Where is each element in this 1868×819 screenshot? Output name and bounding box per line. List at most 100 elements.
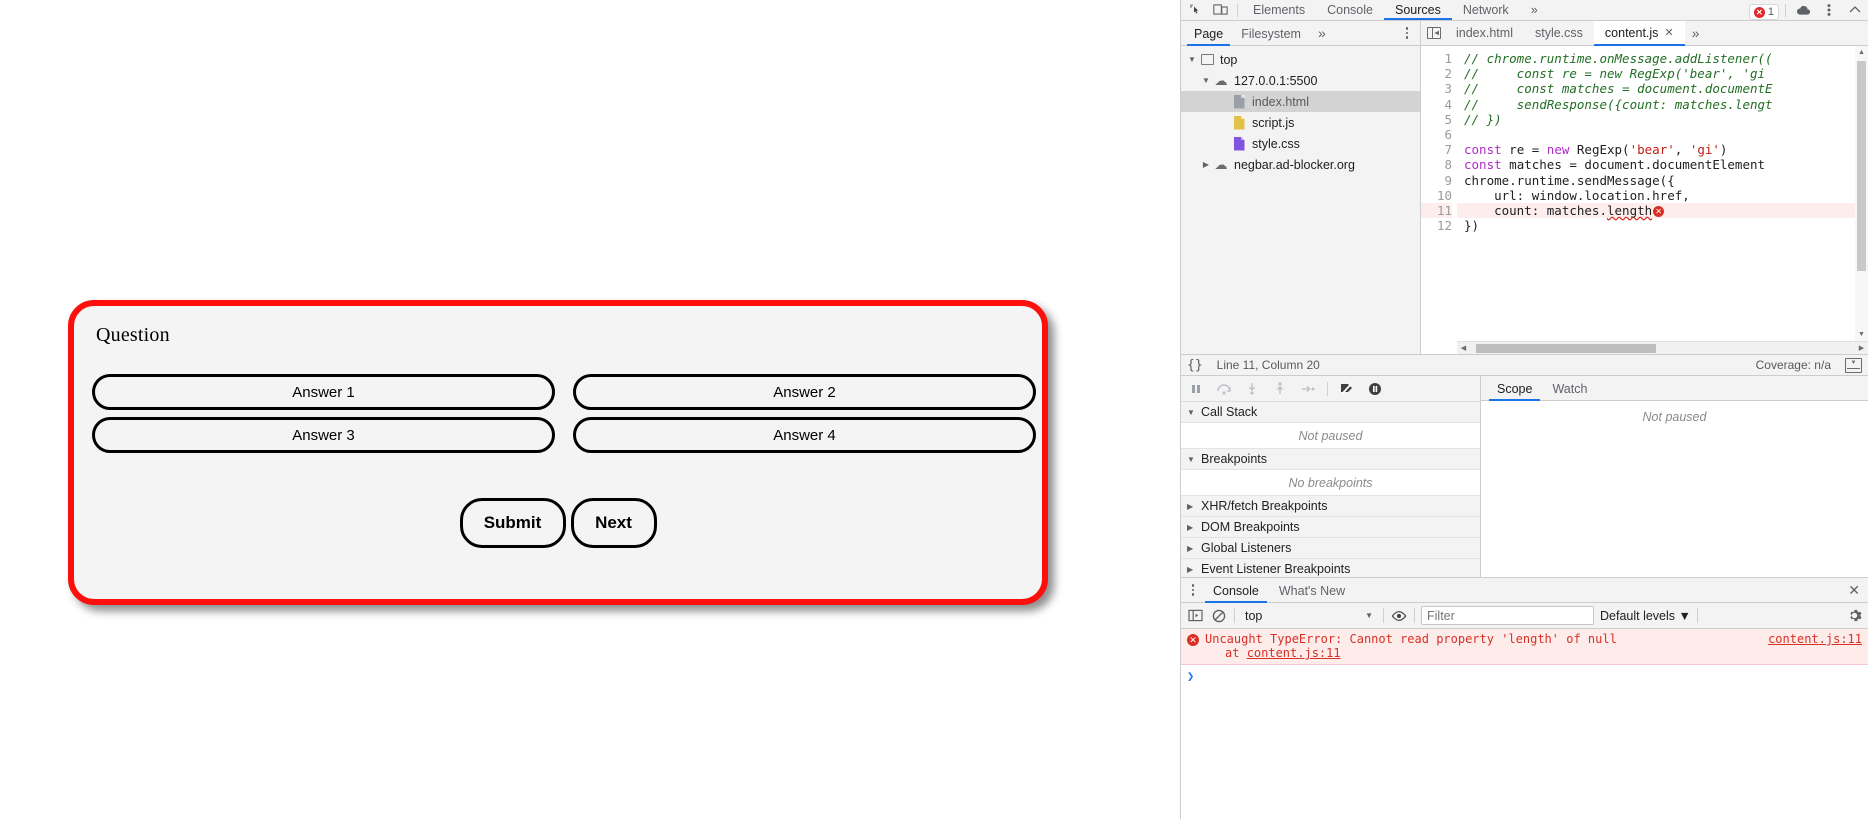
step-into-icon[interactable] <box>1243 380 1261 398</box>
code-editor[interactable]: 1 2 3 4 5 6 7 8 9 10 11 12 // chrome.runtime.onMess… <box>1421 46 1868 354</box>
section-breakpoints[interactable]: ▼ Breakpoints <box>1181 449 1480 470</box>
tree-item-origin[interactable]: ▼ ☁ 127.0.0.1:5500 <box>1181 70 1420 91</box>
vscroll-track[interactable] <box>1855 59 1868 328</box>
tree-item-index-html[interactable]: index.html <box>1181 91 1420 112</box>
answer-button-2[interactable]: Answer 2 <box>573 374 1036 410</box>
drawer-tab-whats-new[interactable]: What's New <box>1269 577 1355 603</box>
code-line[interactable]: url: window.location.href, <box>1464 188 1868 203</box>
step-icon[interactable] <box>1299 380 1317 398</box>
deactivate-breakpoints-icon[interactable] <box>1338 380 1356 398</box>
tab-watch[interactable]: Watch <box>1542 376 1597 401</box>
section-xhr-breakpoints[interactable]: ▶ XHR/fetch Breakpoints <box>1181 496 1480 517</box>
line-number[interactable]: 10 <box>1421 188 1452 203</box>
section-dom-breakpoints[interactable]: ▶ DOM Breakpoints <box>1181 517 1480 538</box>
vscroll-thumb[interactable] <box>1857 61 1866 271</box>
navigator-menu-icon[interactable] <box>1400 25 1414 41</box>
nav-tab-page[interactable]: Page <box>1185 21 1232 46</box>
code-line[interactable]: // chrome.runtime.onMessage.addListener(… <box>1464 51 1868 66</box>
editor-tab-index-html[interactable]: index.html <box>1445 21 1524 46</box>
code-content[interactable]: // chrome.runtime.onMessage.addListener(… <box>1457 46 1868 233</box>
drawer-tab-console[interactable]: Console <box>1203 577 1269 603</box>
scroll-down-icon[interactable]: ▼ <box>1858 328 1865 341</box>
tree-item-negbar-origin[interactable]: ▶ ☁ negbar.ad-blocker.org <box>1181 154 1420 175</box>
error-count-badge[interactable]: ✕ 1 <box>1748 4 1779 20</box>
console-error-message[interactable]: ✕ Uncaught TypeError: Cannot read proper… <box>1181 629 1868 665</box>
devtools-menu-icon[interactable] <box>1816 0 1842 20</box>
code-line[interactable]: const re = new RegExp('bear', 'gi') <box>1464 142 1868 157</box>
section-global-listeners[interactable]: ▶ Global Listeners <box>1181 538 1480 559</box>
code-line[interactable]: const matches = document.documentElement <box>1464 157 1868 172</box>
line-number[interactable]: 2 <box>1421 66 1452 81</box>
inspect-element-icon[interactable] <box>1181 0 1207 20</box>
line-number[interactable]: 9 <box>1421 173 1452 188</box>
pretty-print-icon[interactable]: {} <box>1187 358 1203 373</box>
code-line[interactable]: count: matches.length ✕ <box>1457 202 1868 219</box>
tab-network[interactable]: Network <box>1452 0 1520 20</box>
cloud-settings-icon[interactable] <box>1790 0 1816 20</box>
code-line[interactable]: chrome.runtime.sendMessage({ <box>1464 173 1868 188</box>
tree-item-top[interactable]: ▼ top <box>1181 49 1420 70</box>
editor-tab-overflow-chevron[interactable]: » <box>1685 25 1707 41</box>
line-number[interactable]: 1 <box>1421 51 1452 66</box>
scroll-right-icon[interactable]: ▶ <box>1855 344 1868 352</box>
submit-button[interactable]: Submit <box>459 498 566 548</box>
line-number[interactable]: 7 <box>1421 142 1452 157</box>
code-line[interactable]: // }) <box>1464 112 1868 127</box>
editor-tab-style-css[interactable]: style.css <box>1524 21 1594 46</box>
step-over-icon[interactable] <box>1215 380 1233 398</box>
line-number[interactable]: 6 <box>1421 127 1452 142</box>
twisty-icon[interactable]: ▶ <box>1187 523 1195 532</box>
code-vertical-scrollbar[interactable]: ▲ ▼ <box>1855 46 1868 341</box>
hscroll-track[interactable] <box>1470 342 1855 355</box>
code-line[interactable]: // const re = new RegExp('bear', 'gi <box>1464 66 1868 81</box>
pause-on-exceptions-icon[interactable] <box>1366 380 1384 398</box>
clear-console-icon[interactable] <box>1210 607 1228 625</box>
step-out-icon[interactable] <box>1271 380 1289 398</box>
code-line[interactable] <box>1464 127 1868 142</box>
device-toolbar-icon[interactable] <box>1207 0 1233 20</box>
scroll-up-icon[interactable]: ▲ <box>1858 46 1865 59</box>
tab-scope[interactable]: Scope <box>1487 376 1542 401</box>
console-levels-select[interactable]: Default levels ▼ <box>1600 609 1691 623</box>
line-number[interactable]: 4 <box>1421 97 1452 112</box>
twisty-icon[interactable]: ▼ <box>1187 408 1195 417</box>
section-call-stack[interactable]: ▼ Call Stack <box>1181 402 1480 423</box>
twisty-icon[interactable]: ▼ <box>1187 455 1195 464</box>
twisty-icon[interactable]: ▶ <box>1199 160 1213 169</box>
twisty-icon[interactable]: ▼ <box>1199 76 1213 85</box>
code-horizontal-scrollbar[interactable]: ◀ ▶ <box>1457 341 1868 354</box>
pause-icon[interactable] <box>1187 380 1205 398</box>
answer-button-1[interactable]: Answer 1 <box>92 374 555 410</box>
nav-overflow-chevron[interactable]: » <box>1310 25 1334 41</box>
line-number[interactable]: 12 <box>1421 218 1452 233</box>
code-line[interactable]: // const matches = document.documentE <box>1464 81 1868 96</box>
editor-tab-content-js[interactable]: content.js ✕ <box>1593 20 1685 47</box>
error-source-link[interactable]: content.js:11 <box>1768 632 1862 646</box>
close-icon[interactable]: ✕ <box>1664 20 1673 47</box>
code-line[interactable]: }) <box>1464 218 1868 233</box>
tab-console[interactable]: Console <box>1316 0 1384 20</box>
show-navigator-icon[interactable] <box>1423 21 1445 46</box>
answer-button-4[interactable]: Answer 4 <box>573 417 1036 453</box>
next-button[interactable]: Next <box>570 498 657 548</box>
toggle-drawer-icon[interactable] <box>1845 357 1862 373</box>
twisty-icon[interactable]: ▶ <box>1187 565 1195 574</box>
scroll-left-icon[interactable]: ◀ <box>1457 344 1470 352</box>
console-input-prompt[interactable]: ❯ <box>1181 665 1868 687</box>
answer-button-3[interactable]: Answer 3 <box>92 417 555 453</box>
live-expression-icon[interactable] <box>1390 607 1408 625</box>
code-line[interactable]: // sendResponse({count: matches.lengt <box>1464 97 1868 112</box>
console-filter-input[interactable] <box>1421 606 1594 625</box>
nav-tab-filesystem[interactable]: Filesystem <box>1232 21 1310 46</box>
tab-elements[interactable]: Elements <box>1242 0 1316 20</box>
twisty-icon[interactable]: ▶ <box>1187 544 1195 553</box>
close-drawer-icon[interactable]: ✕ <box>1848 582 1860 599</box>
gear-icon[interactable] <box>1845 607 1863 625</box>
tab-overflow-chevron[interactable]: » <box>1520 0 1549 20</box>
console-sidebar-icon[interactable] <box>1186 607 1204 625</box>
line-number[interactable]: 11 <box>1421 202 1452 219</box>
close-devtools-icon[interactable] <box>1842 0 1868 20</box>
line-number[interactable]: 3 <box>1421 81 1452 96</box>
line-number[interactable]: 8 <box>1421 157 1452 172</box>
tree-item-style-css[interactable]: style.css <box>1181 133 1420 154</box>
